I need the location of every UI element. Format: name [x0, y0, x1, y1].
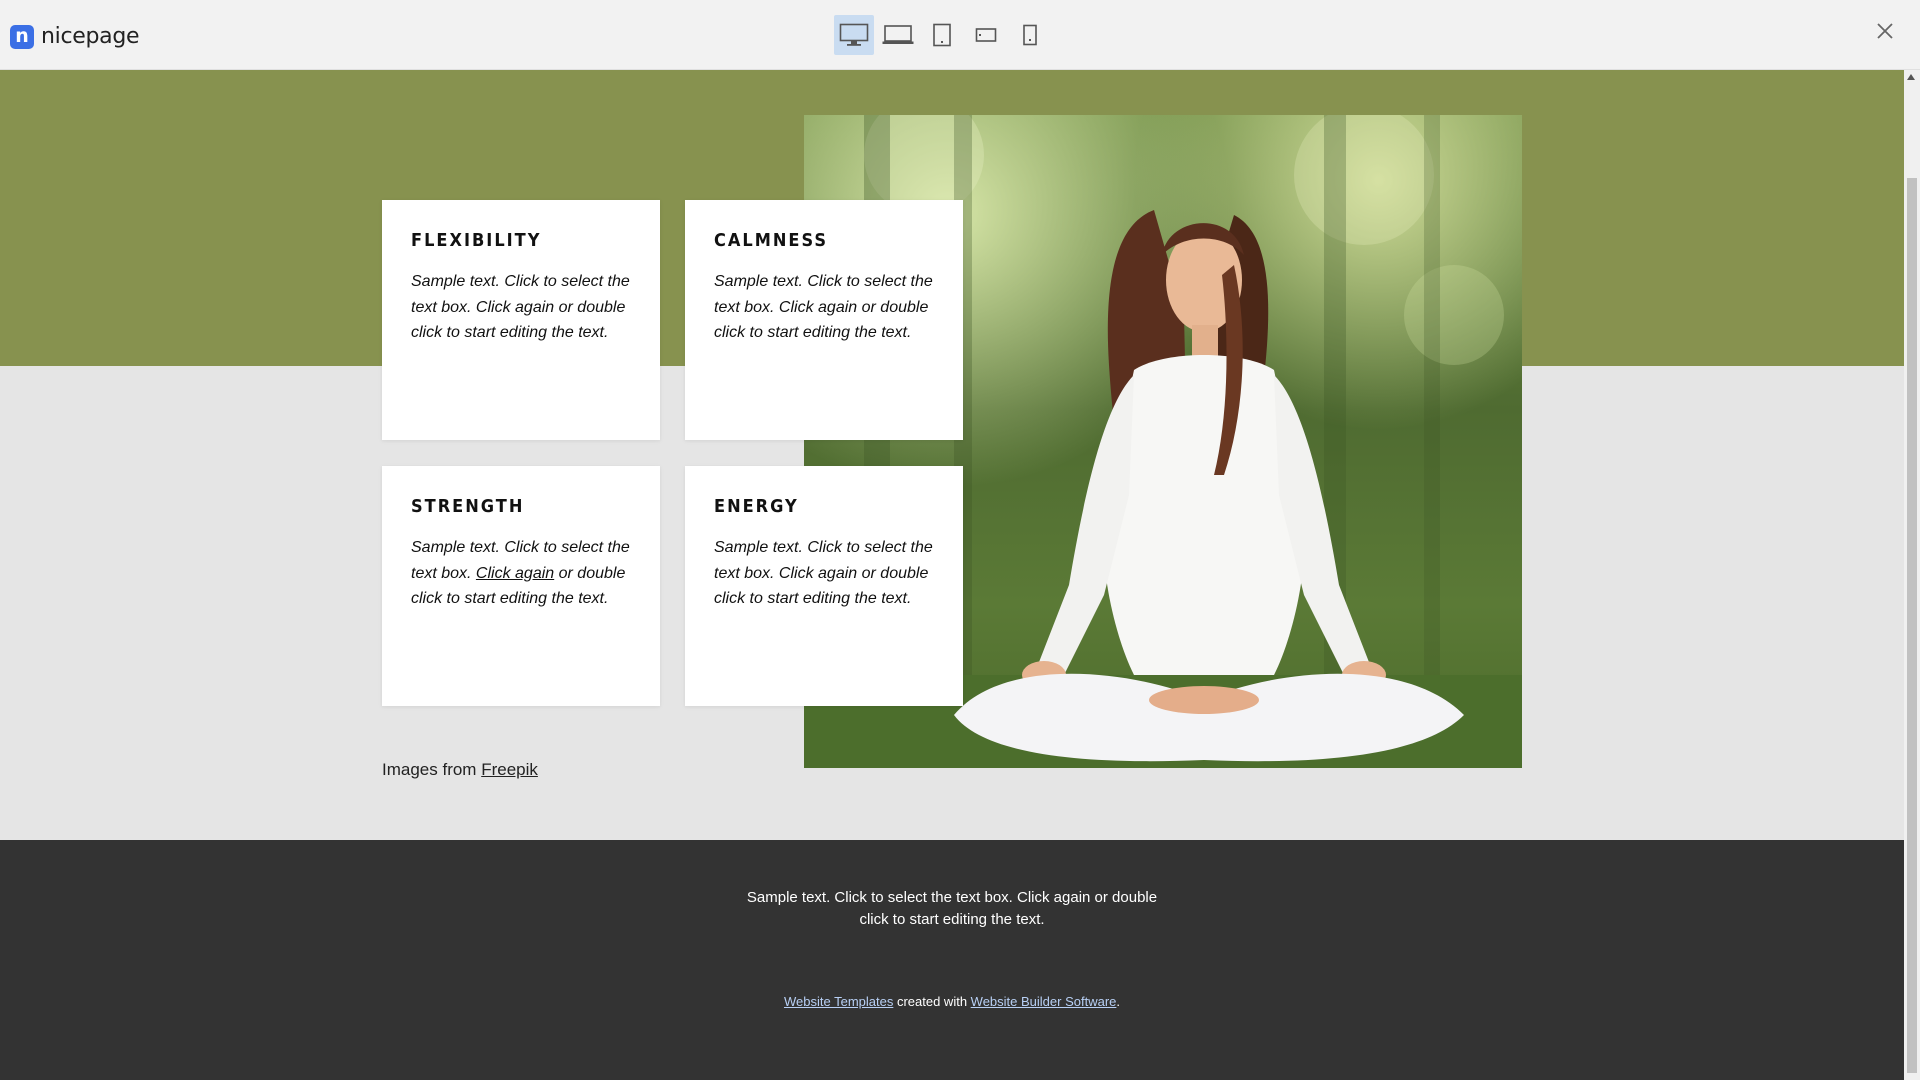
card-title: CALMNESS	[714, 230, 828, 251]
footer-credits: Website Templates created with Website B…	[0, 994, 1904, 1009]
scrollbar-thumb[interactable]	[1907, 178, 1917, 1073]
page-footer: Sample text. Click to select the text bo…	[0, 840, 1904, 1080]
scroll-up-arrow-icon[interactable]	[1907, 74, 1915, 80]
feature-card-energy[interactable]: ENERGY Sample text. Click to select the …	[685, 466, 963, 706]
card-text: Sample text. Click to select the text bo…	[714, 273, 933, 341]
tablet-view-button[interactable]	[922, 15, 962, 55]
close-preview-button[interactable]	[1870, 16, 1900, 46]
laptop-icon	[882, 25, 914, 44]
phone-portrait-icon	[1023, 24, 1037, 46]
card-text: Sample text. Click to select the text bo…	[411, 273, 630, 341]
tablet-icon	[933, 23, 951, 47]
desktop-view-button[interactable]	[834, 15, 874, 55]
phone-landscape-view-button[interactable]	[966, 15, 1006, 55]
logo-text: nicepage	[41, 24, 140, 49]
vertical-scrollbar[interactable]	[1904, 70, 1920, 1080]
footer-text: Sample text. Click to select the text bo…	[746, 889, 1158, 928]
card-title: ENERGY	[714, 496, 799, 517]
credit-prefix: Images from	[382, 760, 482, 779]
card-title: FLEXIBILITY	[411, 230, 542, 251]
click-again-link[interactable]: Click again	[476, 565, 554, 582]
card-text: Sample text. Click to select the text bo…	[411, 535, 632, 612]
card-text: Sample text. Click to select the text bo…	[714, 539, 933, 607]
freepik-link[interactable]: Freepik	[481, 760, 538, 779]
phone-portrait-view-button[interactable]	[1010, 15, 1050, 55]
desktop-icon	[839, 23, 869, 46]
nicepage-logo[interactable]: n nicepage	[10, 24, 140, 49]
preview-toolbar: n nicepage	[0, 0, 1920, 70]
footer-suffix: .	[1116, 994, 1121, 1009]
laptop-view-button[interactable]	[878, 15, 918, 55]
feature-card-flexibility[interactable]: FLEXIBILITY Sample text. Click to select…	[382, 200, 660, 440]
image-credit: Images from Freepik	[382, 760, 538, 780]
logo-mark-icon: n	[10, 24, 34, 49]
website-templates-link[interactable]: Website Templates	[784, 994, 893, 1009]
close-icon	[1877, 23, 1893, 39]
feature-card-calmness[interactable]: CALMNESS Sample text. Click to select th…	[685, 200, 963, 440]
phone-landscape-icon	[975, 28, 997, 42]
feature-card-strength[interactable]: STRENGTH Sample text. Click to select th…	[382, 466, 660, 706]
card-title: STRENGTH	[411, 496, 525, 517]
website-builder-link[interactable]: Website Builder Software	[971, 994, 1117, 1009]
page-preview: FLEXIBILITY Sample text. Click to select…	[0, 70, 1904, 1080]
footer-middle-text: created with	[893, 994, 971, 1009]
device-switcher	[834, 15, 1050, 55]
